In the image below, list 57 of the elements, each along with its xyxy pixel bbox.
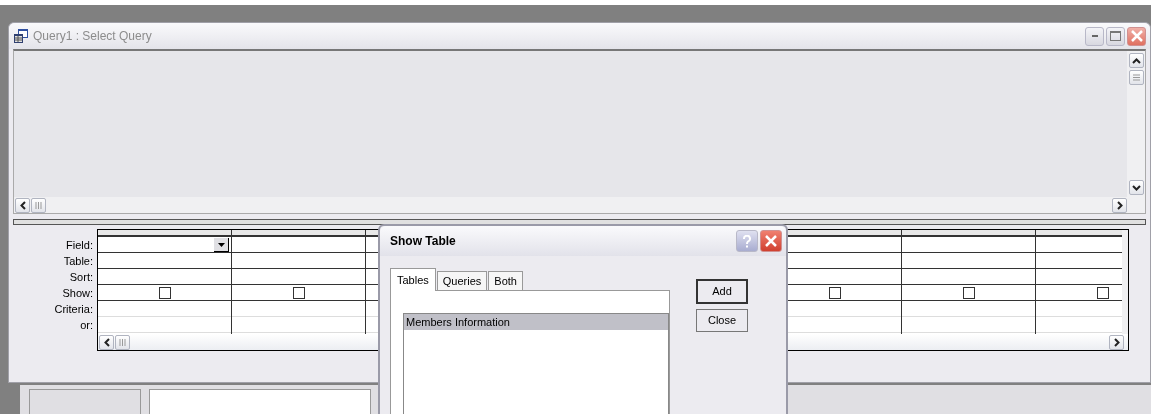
chevron-up-icon	[1131, 57, 1141, 64]
column-selector[interactable]	[902, 230, 1035, 237]
row-label: Table:	[63, 254, 93, 269]
show-checkbox[interactable]	[158, 286, 171, 299]
dialog-button[interactable]: Close	[696, 309, 748, 332]
grip-icon	[119, 338, 126, 346]
scroll-right-button[interactable]	[1112, 197, 1127, 213]
list-item[interactable]: Members Information	[404, 314, 668, 330]
close-button[interactable]	[1127, 26, 1146, 46]
window-title: Query1 : Select Query	[33, 28, 153, 45]
scroll-up-button[interactable]	[1128, 53, 1144, 68]
minimize-icon	[1091, 35, 1098, 37]
column-selector[interactable]	[232, 230, 365, 237]
dropdown-button[interactable]	[214, 238, 229, 252]
close-icon	[1130, 30, 1143, 42]
scroll-thumb[interactable]	[31, 197, 46, 213]
chevron-down-icon	[1131, 184, 1141, 191]
scroll-left-button[interactable]	[99, 334, 114, 350]
vertical-scrollbar[interactable]	[1127, 51, 1145, 197]
chevron-left-icon	[103, 337, 110, 347]
scroll-down-button[interactable]	[1128, 180, 1144, 195]
close-icon	[765, 235, 777, 247]
show-checkbox[interactable]	[828, 286, 841, 299]
chevron-right-icon	[1116, 200, 1123, 210]
dialog-title: Show Table	[390, 233, 457, 250]
dialog-button[interactable]: Add	[696, 279, 748, 304]
scroll-right-button[interactable]	[1109, 334, 1124, 350]
row-label: Sort:	[69, 270, 93, 285]
tab[interactable]: Both	[488, 271, 523, 290]
row-label: Criteria:	[54, 302, 93, 317]
row-label: or:	[80, 318, 93, 333]
grip-icon	[35, 201, 42, 209]
scroll-thumb[interactable]	[115, 334, 130, 350]
tab[interactable]: Tables	[390, 268, 436, 291]
grip-icon	[1132, 74, 1140, 81]
query-icon	[13, 28, 29, 44]
chevron-right-icon	[1113, 337, 1120, 347]
chevron-left-icon	[19, 200, 26, 210]
tab[interactable]: Queries	[436, 271, 488, 290]
pane-splitter[interactable]	[13, 219, 1146, 225]
column-selector[interactable]	[98, 230, 231, 237]
maximize-icon	[1110, 31, 1121, 41]
show-checkbox[interactable]	[1096, 286, 1109, 299]
field-cell[interactable]	[98, 237, 231, 253]
maximize-button[interactable]	[1106, 26, 1125, 46]
scroll-left-button[interactable]	[15, 197, 30, 213]
caret-icon	[217, 242, 225, 247]
scroll-thumb[interactable]	[1128, 70, 1144, 85]
input-field[interactable]	[149, 389, 371, 414]
show-checkbox[interactable]	[962, 286, 975, 299]
question-mark-icon	[742, 234, 752, 248]
row-label: Show:	[62, 286, 93, 301]
close-button[interactable]	[760, 230, 782, 252]
row-label: Field:	[66, 238, 93, 253]
minimize-button[interactable]	[1085, 26, 1104, 46]
show-checkbox[interactable]	[292, 286, 305, 299]
horizontal-scrollbar[interactable]	[14, 197, 1127, 213]
